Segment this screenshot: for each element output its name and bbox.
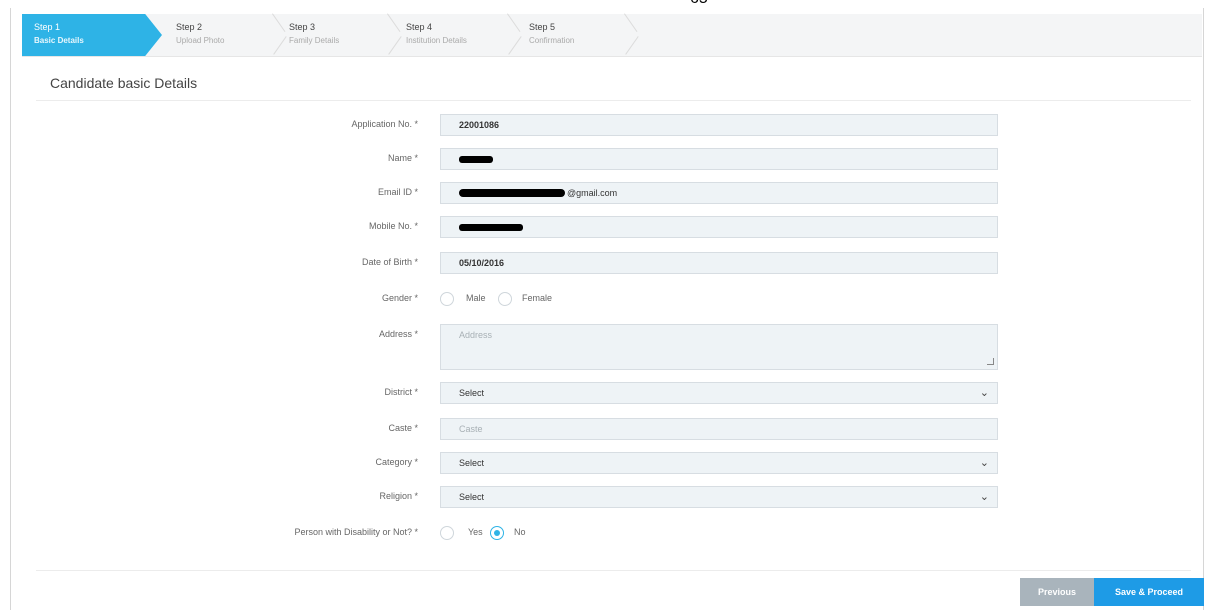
form-row-gender: Gender * Male Female	[0, 286, 1210, 314]
redaction-mark	[459, 189, 565, 197]
mobile-label: Mobile No. *	[368, 221, 418, 231]
caste-input[interactable]: Caste	[440, 418, 998, 440]
redaction-mark	[459, 156, 493, 163]
chevron-down-icon: ⌄	[979, 387, 989, 399]
form-row-email: Email ID * @gmail.com	[0, 180, 1210, 208]
form-row-address: Address * Address	[0, 322, 1210, 372]
divider	[36, 570, 1191, 571]
step-subtitle: Institution Details	[406, 36, 467, 45]
gender-male-label: Male	[466, 293, 486, 303]
name-label: Name *	[387, 153, 418, 163]
form-row-application-no: Application No. * 22001086	[0, 112, 1210, 140]
disability-no-label: No	[514, 527, 526, 537]
religion-select[interactable]: Select ⌄	[440, 486, 998, 508]
form-row-dob: Date of Birth * 05/10/2016	[0, 250, 1210, 278]
chevron-down-icon: ⌄	[979, 457, 989, 469]
gender-female-radio[interactable]	[498, 292, 512, 306]
form-row-district: District * Select ⌄	[0, 380, 1210, 408]
disability-no-radio[interactable]	[490, 526, 504, 540]
category-label: Category *	[375, 457, 418, 467]
step-title: Step 3	[289, 22, 316, 32]
step-subtitle: Basic Details	[34, 36, 84, 45]
previous-button[interactable]: Previous	[1020, 578, 1094, 606]
religion-select-value: Select	[459, 492, 485, 502]
step-1[interactable]: Step 1 Basic Details	[22, 14, 162, 56]
application-no-label: Application No. *	[351, 119, 418, 129]
step-separator	[624, 14, 640, 56]
email-label: Email ID *	[377, 187, 418, 197]
step-title: Step 4	[406, 22, 433, 32]
step-title: Step 2	[176, 22, 203, 32]
section-title: Candidate basic Details	[50, 75, 198, 91]
step-subtitle: Confirmation	[529, 36, 575, 45]
category-select[interactable]: Select ⌄	[440, 452, 998, 474]
religion-label: Religion *	[379, 491, 418, 501]
address-label: Address *	[378, 329, 418, 339]
step-subtitle: Upload Photo	[176, 36, 225, 45]
form-row-disability: Person with Disability or Not? * Yes No	[0, 520, 1210, 548]
email-domain-text: @gmail.com	[567, 188, 618, 198]
dob-field[interactable]: 05/10/2016	[440, 252, 998, 274]
step-4[interactable]: Step 4 Institution Details	[394, 14, 514, 56]
district-select-value: Select	[459, 388, 485, 398]
disability-yes-radio[interactable]	[440, 526, 454, 540]
district-select[interactable]: Select ⌄	[440, 382, 998, 404]
email-field[interactable]: @gmail.com	[440, 182, 998, 204]
redaction-mark	[459, 224, 523, 231]
form-row-category: Category * Select ⌄	[0, 450, 1210, 478]
step-title: Step 5	[529, 22, 556, 32]
step-subtitle: Family Details	[289, 36, 340, 45]
resize-handle-icon[interactable]	[987, 358, 994, 365]
disability-label: Person with Disability or Not? *	[294, 527, 418, 537]
step-wizard: Step 1 Basic Details Step 2 Upload Photo…	[22, 14, 1202, 57]
divider	[36, 100, 1191, 101]
application-no-field[interactable]: 22001086	[440, 114, 998, 136]
step-title: Step 1	[34, 22, 61, 32]
gender-female-label: Female	[522, 293, 553, 303]
dob-label: Date of Birth *	[361, 257, 418, 267]
step-5[interactable]: Step 5 Confirmation	[517, 14, 637, 56]
mobile-field[interactable]	[440, 216, 998, 238]
gender-label: Gender *	[381, 293, 418, 303]
form-row-religion: Religion * Select ⌄	[0, 484, 1210, 512]
disability-yes-label: Yes	[468, 527, 483, 537]
caste-label: Caste *	[388, 423, 418, 433]
gender-male-radio[interactable]	[440, 292, 454, 306]
save-and-proceed-button[interactable]: Save & Proceed	[1094, 578, 1204, 606]
address-textarea[interactable]: Address	[440, 324, 998, 370]
page-number: 65	[690, 0, 708, 8]
chevron-down-icon: ⌄	[979, 491, 989, 503]
district-label: District *	[384, 387, 419, 397]
name-field[interactable]	[440, 148, 998, 170]
step-3[interactable]: Step 3 Family Details	[277, 14, 397, 56]
category-select-value: Select	[459, 458, 485, 468]
form-row-name: Name *	[0, 146, 1210, 174]
step-2[interactable]: Step 2 Upload Photo	[164, 14, 284, 56]
form-row-mobile: Mobile No. *	[0, 214, 1210, 242]
form-row-caste: Caste * Caste	[0, 416, 1210, 444]
